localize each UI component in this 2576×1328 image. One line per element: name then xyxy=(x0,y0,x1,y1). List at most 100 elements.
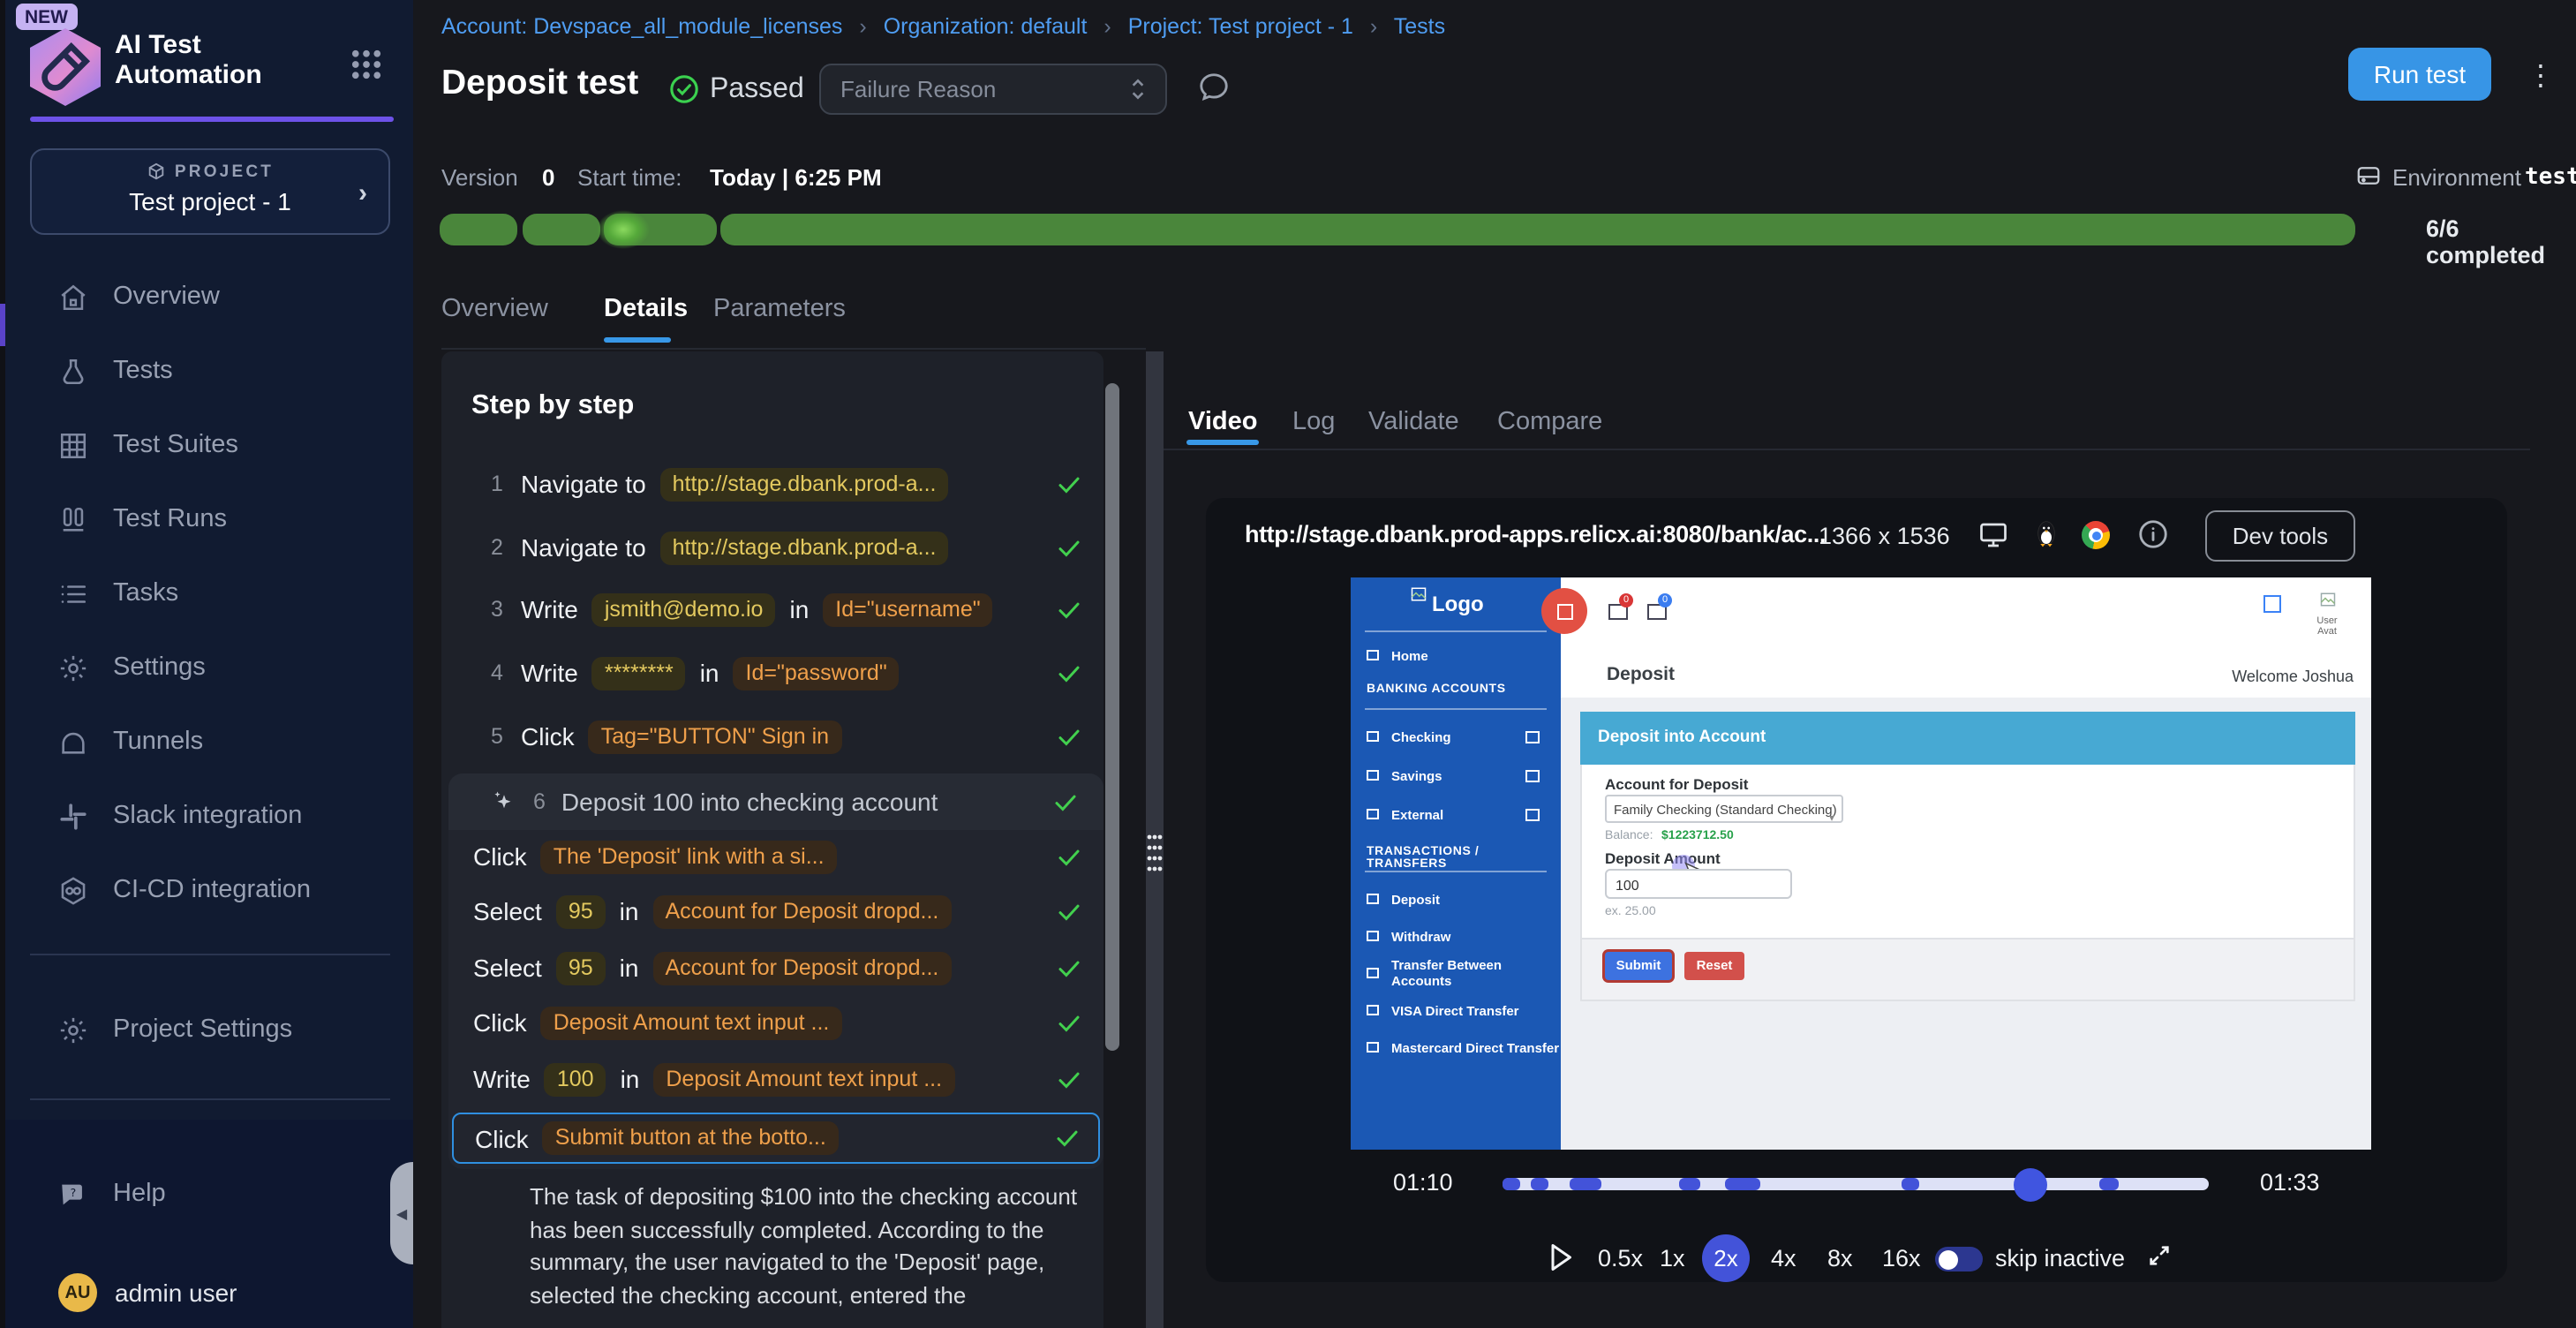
check-icon xyxy=(1052,788,1079,815)
steps-scrollbar[interactable] xyxy=(1105,383,1119,1051)
bank-card-header: Deposit into Account xyxy=(1580,712,2355,765)
infinity-hexagon-icon xyxy=(58,875,88,905)
substep-row-2[interactable]: Select 95 in Account for Deposit dropd..… xyxy=(473,890,1082,932)
sidebar-item-test-suites[interactable]: Test Suites xyxy=(5,415,413,475)
chrome-icon xyxy=(2082,521,2110,549)
tab-validate[interactable]: Validate xyxy=(1368,408,1459,436)
speed-4x[interactable]: 4x xyxy=(1771,1245,1796,1271)
kebab-menu-icon[interactable]: ⋮ xyxy=(2527,58,2555,94)
help-chat-icon: ? xyxy=(58,1179,88,1209)
progress-segment[interactable] xyxy=(440,214,517,245)
skip-inactive-toggle[interactable] xyxy=(1935,1247,1983,1271)
substep-row-1[interactable]: Click The 'Deposit' link with a si... xyxy=(473,835,1082,878)
progress-segment[interactable] xyxy=(523,214,600,245)
tab-overview[interactable]: Overview xyxy=(441,295,548,323)
step-value-chip: jsmith@demo.io xyxy=(592,592,776,626)
breadcrumb-tests[interactable]: Tests xyxy=(1394,14,1445,39)
tab-compare[interactable]: Compare xyxy=(1497,408,1602,436)
substep-row-3[interactable]: Select 95 in Account for Deposit dropd..… xyxy=(473,947,1082,989)
sidebar-item-tests[interactable]: Tests xyxy=(5,341,413,401)
dev-tools-button[interactable]: Dev tools xyxy=(2205,510,2355,562)
timeline-marker xyxy=(1503,1178,1520,1190)
step-row-4[interactable]: 4 Write ******** in Id="password" xyxy=(491,652,1082,694)
step-row-5[interactable]: 5 Click Tag="BUTTON" Sign in xyxy=(491,715,1082,758)
new-badge: NEW xyxy=(16,4,77,30)
video-frame[interactable]: Logo Home BANKING ACCOUNTS Checking Savi… xyxy=(1351,577,2371,1150)
substep-row-6-selected[interactable]: Click Submit button at the botto... xyxy=(452,1113,1100,1164)
sidebar-item-settings[interactable]: Settings xyxy=(5,638,413,698)
progress-segment[interactable] xyxy=(720,214,2355,245)
step-value-chip: 95 xyxy=(556,894,606,928)
environment-label: Environment xyxy=(2392,164,2521,191)
substep-row-5[interactable]: Write 100 in Deposit Amount text input .… xyxy=(473,1058,1082,1100)
check-icon xyxy=(1056,843,1082,870)
avatar: AU xyxy=(58,1273,97,1312)
step-connector: in xyxy=(789,595,809,623)
apps-grid-icon[interactable] xyxy=(348,46,385,92)
sidebar-item-slack-integration[interactable]: Slack integration xyxy=(5,786,413,846)
speed-16x[interactable]: 16x xyxy=(1882,1245,1921,1271)
speed-2x-active[interactable]: 2x xyxy=(1702,1234,1750,1282)
speed-0.5x[interactable]: 0.5x xyxy=(1598,1245,1643,1271)
step-group-header[interactable]: 6 Deposit 100 into checking account xyxy=(448,773,1103,830)
step-action: Click xyxy=(475,1124,529,1152)
play-button[interactable] xyxy=(1547,1241,1575,1282)
fullscreen-icon[interactable] xyxy=(2145,1241,2173,1279)
sidebar-item-project-settings[interactable]: Project Settings xyxy=(5,1000,413,1060)
timeline-thumb[interactable] xyxy=(2014,1167,2047,1201)
step-value-chip: ******** xyxy=(592,656,686,690)
info-icon[interactable] xyxy=(2136,517,2170,560)
panel-splitter[interactable] xyxy=(1146,351,1164,1328)
step-value-chip: http://stage.dbank.prod-a... xyxy=(660,467,949,501)
timeline-track[interactable] xyxy=(1503,1178,2209,1190)
sidebar-item-tasks[interactable]: Tasks xyxy=(5,563,413,623)
user-name: admin user xyxy=(115,1279,237,1307)
failure-reason-select[interactable]: Failure Reason xyxy=(819,64,1167,115)
breadcrumb-account[interactable]: Account: Devspace_all_module_licenses xyxy=(441,14,842,39)
user-menu[interactable]: AU admin user xyxy=(5,1263,413,1323)
sidebar-collapse-handle[interactable]: ◀ xyxy=(390,1162,413,1264)
breadcrumb-project[interactable]: Project: Test project - 1 xyxy=(1128,14,1353,39)
active-tab-underline xyxy=(1186,440,1259,445)
project-name: Test project - 1 xyxy=(32,187,388,215)
step-group-6: 6 Deposit 100 into checking account Clic… xyxy=(448,773,1103,1169)
breadcrumb-organization[interactable]: Organization: default xyxy=(884,14,1088,39)
tab-parameters[interactable]: Parameters xyxy=(713,295,846,323)
breadcrumb: Account: Devspace_all_module_licenses › … xyxy=(441,14,1445,39)
tab-log[interactable]: Log xyxy=(1292,408,1335,436)
substep-row-4[interactable]: Click Deposit Amount text input ... xyxy=(473,1001,1082,1044)
tab-details[interactable]: Details xyxy=(604,295,688,323)
sidebar-item-overview[interactable]: Overview xyxy=(5,267,413,327)
sidebar-item-cicd-integration[interactable]: CI-CD integration xyxy=(5,860,413,920)
step-locator-chip: The 'Deposit' link with a si... xyxy=(541,840,837,873)
run-test-button[interactable]: Run test xyxy=(2348,48,2491,101)
amount-hint: ex. 25.00 xyxy=(1605,906,1656,918)
bank-submit-button: Submit xyxy=(1605,952,1672,980)
timeline-marker xyxy=(1570,1178,1601,1190)
tab-video[interactable]: Video xyxy=(1188,408,1257,436)
package-icon xyxy=(147,162,166,182)
speed-8x[interactable]: 8x xyxy=(1827,1245,1853,1271)
step-locator-chip: Account for Deposit dropd... xyxy=(652,894,951,928)
check-icon xyxy=(1056,954,1082,981)
monitor-icon xyxy=(1977,519,2009,560)
timeline-marker xyxy=(1725,1178,1760,1190)
bank-topbar xyxy=(1561,577,2371,650)
gear-icon xyxy=(58,1015,88,1045)
step-locator-chip: Id="password" xyxy=(734,656,900,690)
check-icon xyxy=(1056,660,1082,686)
sidebar-item-help[interactable]: ? Help xyxy=(5,1164,413,1224)
step-summary-text: The task of depositing $100 into the che… xyxy=(530,1181,1098,1313)
app-title: AI Test Automation xyxy=(115,30,262,90)
chevron-right-icon: › xyxy=(358,178,367,208)
sidebar-item-tunnels[interactable]: Tunnels xyxy=(5,712,413,772)
comment-icon[interactable] xyxy=(1197,71,1231,113)
bank-nav-section-title: TRANSACTIONS / TRANSFERS xyxy=(1367,846,1561,871)
deposit-amount-input: 100 xyxy=(1605,869,1792,899)
speed-1x[interactable]: 1x xyxy=(1660,1245,1685,1271)
step-row-3[interactable]: 3 Write jsmith@demo.io in Id="username" xyxy=(491,588,1082,630)
step-row-1[interactable]: 1 Navigate to http://stage.dbank.prod-a.… xyxy=(491,463,1082,505)
step-row-2[interactable]: 2 Navigate to http://stage.dbank.prod-a.… xyxy=(491,526,1082,569)
sidebar-item-test-runs[interactable]: Test Runs xyxy=(5,489,413,549)
breadcrumb-separator: › xyxy=(859,14,866,39)
